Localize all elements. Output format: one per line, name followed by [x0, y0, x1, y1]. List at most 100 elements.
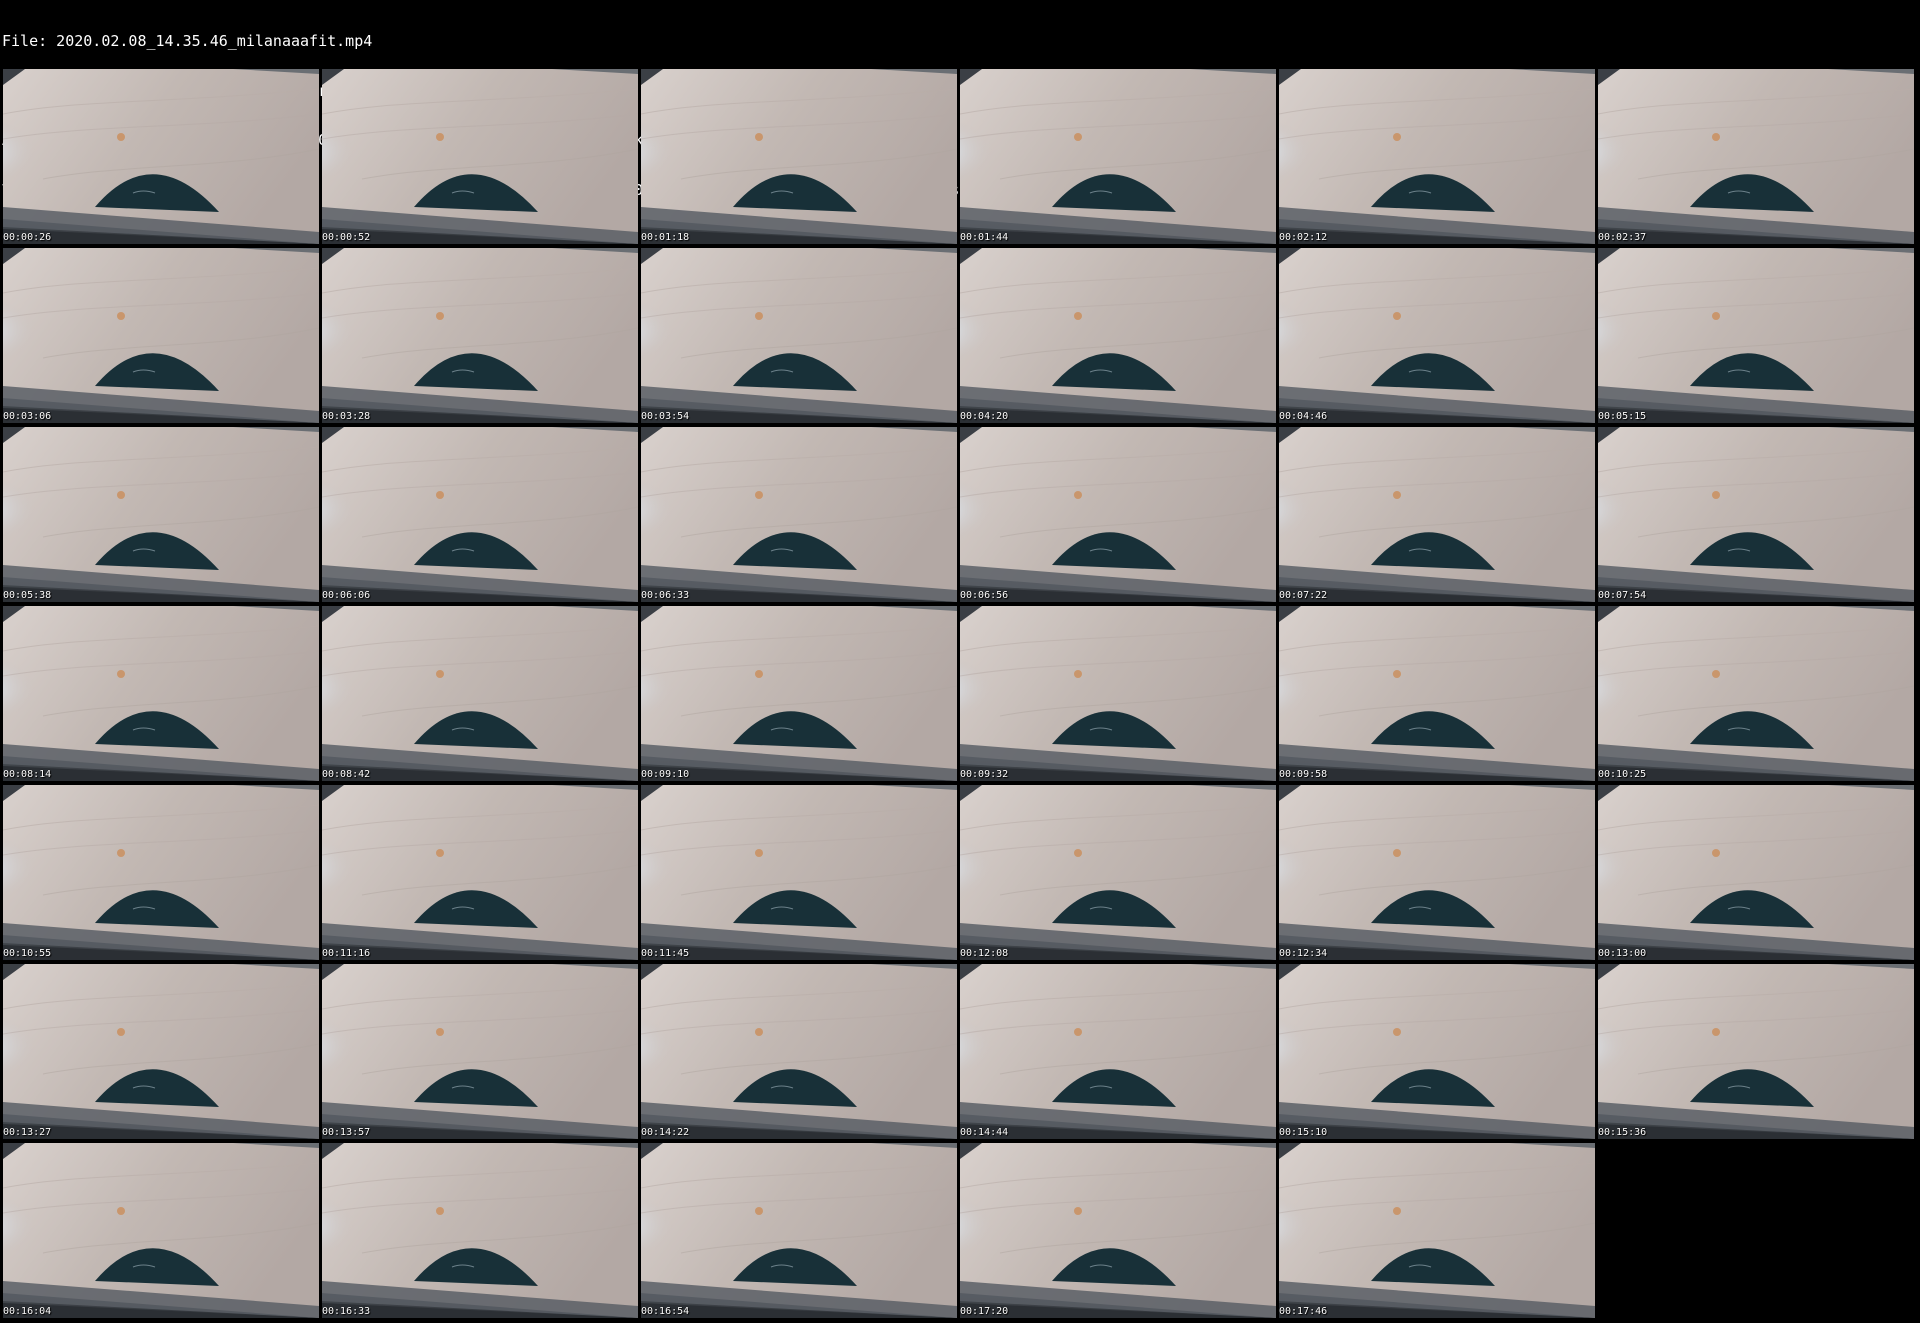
thumbnail-timestamp: 00:06:33 [641, 590, 690, 601]
small-dot [1712, 491, 1720, 499]
video-frame-image [1598, 785, 1914, 960]
thumbnail-frame: 00:01:18 [641, 69, 957, 244]
small-dot [1712, 312, 1720, 320]
thumbnail-timestamp: 00:17:46 [1279, 1306, 1328, 1317]
thumbnail-timestamp: 00:11:16 [322, 948, 371, 959]
video-frame-image [322, 248, 638, 423]
video-frame-image [641, 964, 957, 1139]
thumbnail-frame: 00:16:04 [3, 1143, 319, 1318]
video-frame-image [960, 606, 1276, 781]
thumbnail-timestamp: 00:08:14 [3, 769, 52, 780]
thumbnail-timestamp: 00:17:20 [960, 1306, 1009, 1317]
small-dot [755, 670, 763, 678]
small-dot [117, 312, 125, 320]
small-dot [755, 849, 763, 857]
thumbnail-timestamp: 00:09:10 [641, 769, 690, 780]
video-frame-image [641, 248, 957, 423]
video-frame-image [3, 785, 319, 960]
thumbnail-timestamp: 00:07:22 [1279, 590, 1328, 601]
thumbnail-frame: 00:07:54 [1598, 427, 1914, 602]
small-dot [755, 491, 763, 499]
thumbnail-timestamp: 00:02:37 [1598, 232, 1647, 243]
small-dot [117, 133, 125, 141]
video-frame-image [1279, 785, 1595, 960]
thumbnail-frame: 00:12:08 [960, 785, 1276, 960]
small-dot [1712, 133, 1720, 141]
thumbnail-frame: 00:12:34 [1279, 785, 1595, 960]
thumbnail-timestamp: 00:10:25 [1598, 769, 1647, 780]
video-frame-image [641, 606, 957, 781]
small-dot [755, 312, 763, 320]
video-frame-image [1279, 248, 1595, 423]
small-dot [1393, 312, 1401, 320]
thumbnail-timestamp: 00:12:34 [1279, 948, 1328, 959]
small-dot [117, 849, 125, 857]
thumbnail-frame: 00:00:52 [322, 69, 638, 244]
video-frame-image [1598, 69, 1914, 244]
thumbnail-timestamp: 00:08:42 [322, 769, 371, 780]
thumbnail-frame: 00:16:54 [641, 1143, 957, 1318]
thumbnail-timestamp: 00:15:10 [1279, 1127, 1328, 1138]
thumbnail-frame: 00:01:44 [960, 69, 1276, 244]
small-dot [436, 1207, 444, 1215]
thumbnail-timestamp: 00:14:44 [960, 1127, 1009, 1138]
thumbnail-frame: 00:09:10 [641, 606, 957, 781]
thumbnail-timestamp: 00:01:18 [641, 232, 690, 243]
thumbnail-frame: 00:03:28 [322, 248, 638, 423]
thumbnail-frame: 00:13:00 [1598, 785, 1914, 960]
thumbnail-timestamp: 00:12:08 [960, 948, 1009, 959]
video-frame-image [641, 1143, 957, 1318]
thumbnail-timestamp: 00:04:20 [960, 411, 1009, 422]
video-frame-image [1279, 427, 1595, 602]
small-dot [1074, 312, 1082, 320]
small-dot [1074, 133, 1082, 141]
thumbnail-frame: 00:13:27 [3, 964, 319, 1139]
thumbnail-grid: 00:00:26 00:00:52 00:01:18 00:01:44 00:0… [3, 69, 1917, 1320]
video-frame-image [960, 69, 1276, 244]
thumbnail-timestamp: 00:06:56 [960, 590, 1009, 601]
thumbnail-timestamp: 00:13:27 [3, 1127, 52, 1138]
video-frame-image [1598, 427, 1914, 602]
thumbnail-frame: 00:00:26 [3, 69, 319, 244]
small-dot [755, 1207, 763, 1215]
video-frame-image [1279, 69, 1595, 244]
small-dot [436, 849, 444, 857]
thumbnail-frame: 00:13:57 [322, 964, 638, 1139]
video-frame-image [1598, 606, 1914, 781]
thumbnail-timestamp: 00:13:00 [1598, 948, 1647, 959]
thumbnail-frame: 00:06:56 [960, 427, 1276, 602]
small-dot [1074, 1207, 1082, 1215]
thumbnail-frame: 00:08:14 [3, 606, 319, 781]
video-frame-image [322, 964, 638, 1139]
video-frame-image [322, 785, 638, 960]
small-dot [1393, 1028, 1401, 1036]
thumbnail-frame: 00:04:20 [960, 248, 1276, 423]
small-dot [1393, 133, 1401, 141]
thumbnail-timestamp: 00:01:44 [960, 232, 1009, 243]
thumbnail-frame: 00:03:06 [3, 248, 319, 423]
small-dot [436, 491, 444, 499]
video-frame-image [1598, 248, 1914, 423]
thumbnail-timestamp: 00:15:36 [1598, 1127, 1647, 1138]
small-dot [1393, 849, 1401, 857]
thumbnail-timestamp: 00:05:38 [3, 590, 52, 601]
thumbnail-frame: 00:15:36 [1598, 964, 1914, 1139]
thumbnail-timestamp: 00:16:04 [3, 1306, 52, 1317]
thumbnail-timestamp: 00:04:46 [1279, 411, 1328, 422]
video-frame-image [322, 606, 638, 781]
thumbnail-frame: 00:06:33 [641, 427, 957, 602]
video-frame-image [3, 606, 319, 781]
video-frame-image [960, 248, 1276, 423]
small-dot [1393, 1207, 1401, 1215]
thumbnail-frame: 00:03:54 [641, 248, 957, 423]
video-frame-image [322, 427, 638, 602]
thumbnail-timestamp: 00:10:55 [3, 948, 52, 959]
video-frame-image [641, 427, 957, 602]
thumbnail-frame: 00:09:58 [1279, 606, 1595, 781]
small-dot [1712, 849, 1720, 857]
small-dot [1712, 1028, 1720, 1036]
thumbnail-frame: 00:08:42 [322, 606, 638, 781]
thumbnail-frame: 00:10:55 [3, 785, 319, 960]
thumbnail-timestamp: 00:13:57 [322, 1127, 371, 1138]
small-dot [1393, 491, 1401, 499]
